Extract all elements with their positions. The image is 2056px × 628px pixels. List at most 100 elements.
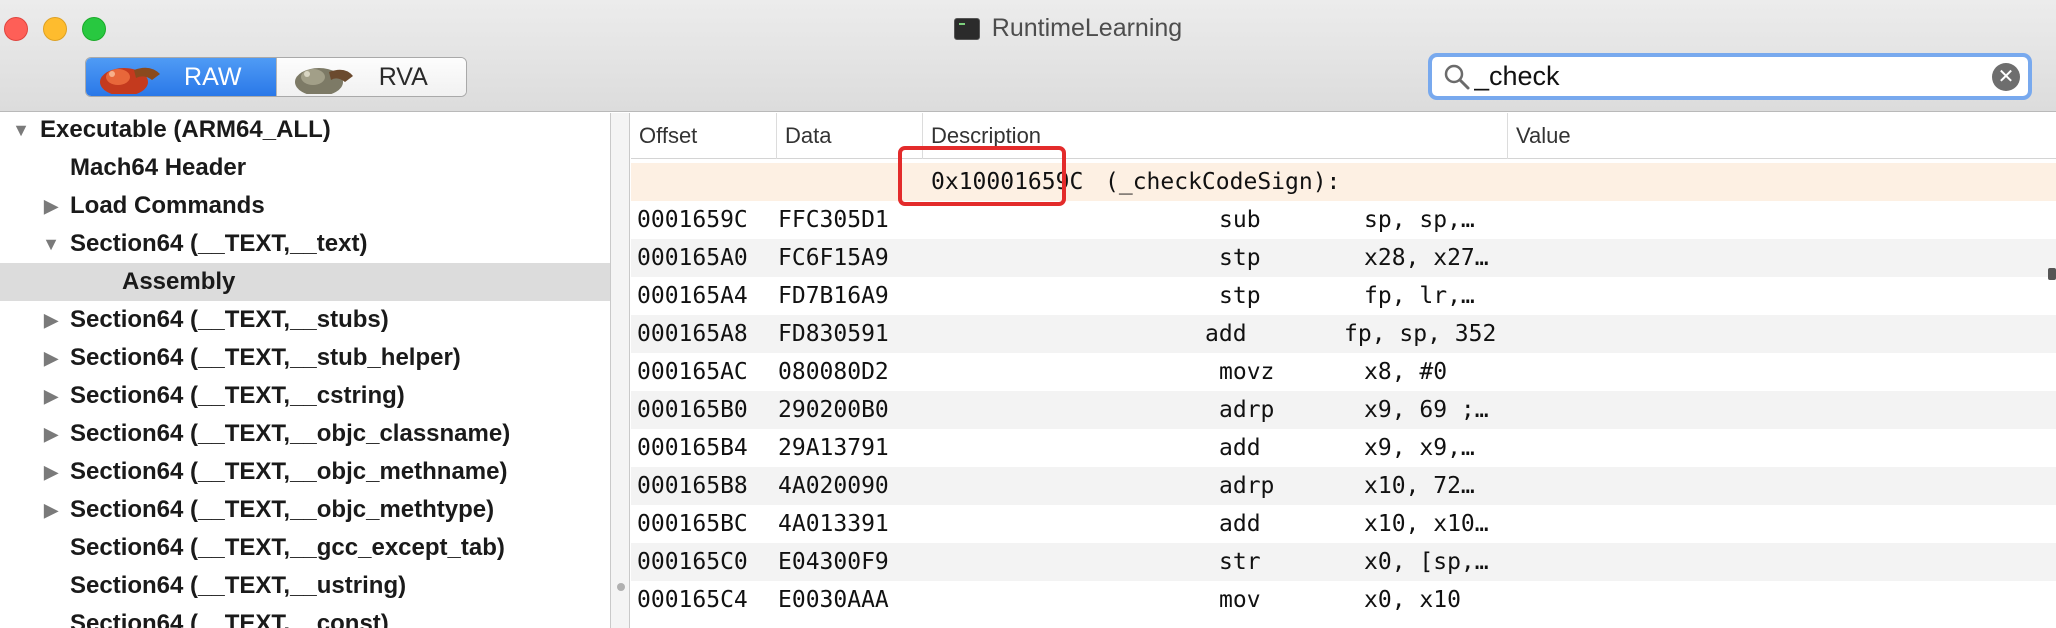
function-symbol: (_checkCodeSign): (1105, 169, 1341, 195)
table-row[interactable]: 000165C0 E04300F9 str x0, [sp,… (631, 543, 2056, 581)
table-row[interactable]: 000165BC 4A013391 add x10, x10… (631, 505, 2056, 543)
offset-cell: 000165C0 (637, 549, 748, 575)
data-cell: 4A020090 (778, 473, 889, 499)
disclosure-expanded-icon[interactable]: ▼ (10, 120, 32, 141)
clear-search-icon[interactable]: ✕ (1992, 62, 2020, 91)
search-icon (1442, 62, 1472, 92)
window-toolbar: RuntimeLearning RAW RVA _check ✕ (0, 0, 2056, 112)
rva-mode-button[interactable]: RVA (275, 58, 466, 96)
sidebar-item[interactable]: Section64 (__TEXT,__gcc_except_tab) (0, 529, 610, 567)
sidebar-item[interactable]: ▶ Section64 (__TEXT,__stub_helper) (0, 339, 610, 377)
table-row[interactable]: 000165B0 290200B0 adrp x9, 69 ;… (631, 391, 2056, 429)
data-cell: FFC305D1 (778, 207, 889, 233)
operands-cell: fp, sp, 352 (1344, 321, 1497, 347)
disclosure-collapsed-icon[interactable]: ▶ (40, 500, 62, 521)
sidebar-item[interactable]: Mach64 Header (0, 149, 610, 187)
sidebar-item-label: Section64 (__TEXT,__ustring) (70, 572, 407, 599)
disclosure-collapsed-icon[interactable]: ▶ (40, 424, 62, 445)
function-label-row[interactable]: 0x10001659C (_checkCodeSign): (631, 163, 2056, 201)
sidebar-item-label: Section64 (__TEXT,__stub_helper) (70, 344, 461, 371)
sidebar-item-label: Section64 (__TEXT,__const) (70, 610, 389, 628)
table-row[interactable]: 000165B4 29A13791 add x9, x9,… (631, 429, 2056, 467)
rva-mode-label: RVA (378, 62, 428, 91)
raw-mode-button[interactable]: RAW (86, 58, 276, 96)
sidebar-item-label: Section64 (__TEXT,__objc_classname) (70, 420, 511, 447)
disclosure-collapsed-icon[interactable]: ▶ (40, 386, 62, 407)
sidebar-item[interactable]: Assembly (0, 263, 610, 301)
offset-cell: 000165AC (637, 359, 748, 385)
table-row[interactable]: 000165A8 FD830591 add fp, sp, 352 (631, 315, 2056, 353)
mnemonic-cell: adrp (1219, 473, 1275, 499)
column-header-value[interactable]: Value (1508, 113, 2056, 159)
offset-cell: 000165A8 (637, 321, 748, 347)
offset-cell: 000165A4 (637, 283, 748, 309)
data-cell: 29A13791 (778, 435, 889, 461)
table-row[interactable]: 000165A4 FD7B16A9 stp fp, lr,… (631, 277, 2056, 315)
sidebar-item[interactable]: ▼ Section64 (__TEXT,__text) (0, 225, 610, 263)
terminal-icon (953, 17, 980, 40)
data-cell: FC6F15A9 (778, 245, 889, 271)
offset-cell: 0001659C (637, 207, 748, 233)
sidebar-item-label: Section64 (__TEXT,__cstring) (70, 382, 405, 409)
table-row[interactable]: 000165B8 4A020090 adrp x10, 72… (631, 467, 2056, 505)
table-row[interactable]: 000165A0 FC6F15A9 stp x28, x27… (631, 239, 2056, 277)
search-field[interactable]: ✕ (1428, 53, 2032, 100)
sidebar-item-label: Load Commands (70, 192, 265, 219)
sidebar-tree: ▼ Executable (ARM64_ALL) Mach64 Header ▶ Loa… (0, 113, 610, 628)
sidebar-item-label: Section64 (__TEXT,__text) (70, 230, 368, 257)
data-cell: FD830591 (778, 321, 889, 347)
search-input[interactable] (1474, 61, 1993, 92)
offset-cell: 000165B0 (637, 397, 748, 423)
address-mode-segmented-control[interactable]: RAW RVA (85, 57, 467, 97)
disclosure-expanded-icon[interactable]: ▼ (40, 234, 62, 255)
sidebar-item[interactable]: Section64 (__TEXT,__const) (0, 605, 610, 628)
disclosure-collapsed-icon[interactable]: ▶ (40, 348, 62, 369)
column-header-offset[interactable]: Offset (631, 113, 777, 159)
operands-cell: x9, 69 ;… (1364, 397, 1489, 423)
sidebar-item[interactable]: ▶ Section64 (__TEXT,__objc_classname) (0, 415, 610, 453)
sidebar-item[interactable]: ▶ Section64 (__TEXT,__stubs) (0, 301, 610, 339)
data-cell: E04300F9 (778, 549, 889, 575)
table-row[interactable]: 000165AC 080080D2 movz x8, #0 (631, 353, 2056, 391)
table-row[interactable]: 000165C4 E0030AAA mov x0, x10 (631, 581, 2056, 619)
mnemonic-cell: movz (1219, 359, 1275, 385)
offset-cell: 000165A0 (637, 245, 748, 271)
sidebar-item-label: Section64 (__TEXT,__objc_methtype) (70, 496, 495, 523)
sidebar-item[interactable]: Section64 (__TEXT,__ustring) (0, 567, 610, 605)
disassembly-table: Offset Data Description Value 0x10001659… (631, 113, 2056, 628)
sidebar-item-label: Executable (ARM64_ALL) (40, 116, 331, 143)
mnemonic-cell: adrp (1219, 397, 1275, 423)
offset-cell: 000165B4 (637, 435, 748, 461)
table-row[interactable]: 0001659C FFC305D1 sub sp, sp,… (631, 201, 2056, 239)
mnemonic-cell: add (1219, 511, 1261, 537)
sidebar-item-label: Section64 (__TEXT,__objc_methname) (70, 458, 508, 485)
split-view-divider[interactable] (610, 113, 630, 628)
sidebar-item-label: Assembly (122, 268, 236, 295)
mnemonic-cell: stp (1219, 283, 1261, 309)
operands-cell: x28, x27… (1364, 245, 1489, 271)
operands-cell: sp, sp,… (1364, 207, 1475, 233)
operands-cell: x10, x10… (1364, 511, 1489, 537)
offset-cell: 000165B8 (637, 473, 748, 499)
operands-cell: x9, x9,… (1364, 435, 1475, 461)
operands-cell: fp, lr,… (1364, 283, 1475, 309)
sidebar-item[interactable]: ▶ Section64 (__TEXT,__objc_methname) (0, 453, 610, 491)
sidebar-item[interactable]: ▶ Section64 (__TEXT,__objc_methtype) (0, 491, 610, 529)
offset-cell: 000165BC (637, 511, 748, 537)
disclosure-collapsed-icon[interactable]: ▶ (40, 462, 62, 483)
offset-cell: 000165C4 (637, 587, 748, 613)
mnemonic-cell: add (1205, 321, 1247, 347)
disclosure-collapsed-icon[interactable]: ▶ (40, 196, 62, 217)
address-highlight-box (898, 146, 1066, 206)
mnemonic-cell: sub (1219, 207, 1261, 233)
window-title-bar: RuntimeLearning (0, 14, 2056, 44)
sidebar-item[interactable]: ▶ Load Commands (0, 187, 610, 225)
apple-core-icon (90, 60, 172, 94)
sidebar-item[interactable]: ▶ Section64 (__TEXT,__cstring) (0, 377, 610, 415)
sidebar-item[interactable]: ▼ Executable (ARM64_ALL) (0, 113, 610, 149)
data-cell: 080080D2 (778, 359, 889, 385)
mnemonic-cell: str (1219, 549, 1261, 575)
operands-cell: x0, [sp,… (1364, 549, 1489, 575)
disclosure-collapsed-icon[interactable]: ▶ (40, 310, 62, 331)
divider-handle-icon[interactable] (617, 583, 625, 591)
